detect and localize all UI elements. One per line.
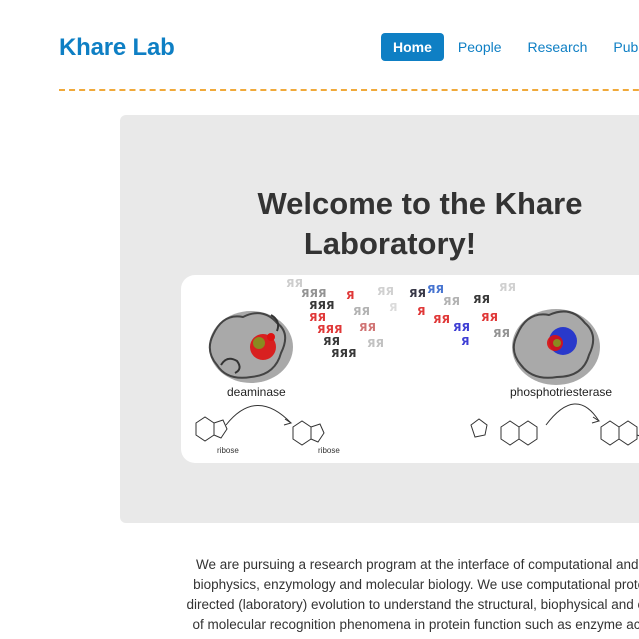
nav-item-publications[interactable]: Pub <box>601 33 639 61</box>
research-figure: ЯЯ ЯЯЯ ЯЯЯ ЯЯ ЯЯЯ ЯЯ ЯЯЯ Я ЯЯ ЯЯ ЯЯ ЯЯ Я <box>181 275 639 463</box>
header-divider <box>59 89 639 91</box>
intro-paragraph: We are pursuing a research program at th… <box>120 555 639 635</box>
research-figure-graphic: ЯЯ ЯЯЯ ЯЯЯ ЯЯ ЯЯЯ ЯЯ ЯЯЯ Я ЯЯ ЯЯ ЯЯ ЯЯ Я <box>195 277 639 455</box>
svg-text:ЯЯ: ЯЯ <box>367 337 384 350</box>
svg-text:ЯЯ: ЯЯ <box>377 285 394 298</box>
svg-text:ЯЯ: ЯЯ <box>409 287 426 300</box>
ribose-label-product: ribose <box>318 446 340 455</box>
svg-text:ЯЯ: ЯЯ <box>427 283 444 296</box>
svg-text:ЯЯ: ЯЯ <box>359 321 376 334</box>
intro-line-4: of molecular recognition phenomena in pr… <box>192 617 639 632</box>
svg-text:ЯЯ: ЯЯ <box>499 281 516 294</box>
svg-text:ЯЯ: ЯЯ <box>493 327 510 340</box>
phosphotriesterase-structure <box>512 309 600 385</box>
phosphotriesterase-reaction <box>470 403 639 446</box>
svg-text:Я: Я <box>417 305 425 318</box>
deaminase-structure <box>208 311 293 383</box>
page: Khare Lab Home People Research Pub Welco… <box>0 0 639 639</box>
main-nav: Home People Research Pub <box>381 33 639 61</box>
deaminase-label: deaminase <box>227 385 286 399</box>
deaminase-reaction <box>195 405 325 446</box>
ribose-label-substrate: ribose <box>217 446 239 455</box>
right-sequence-logo: ЯЯ Я ЯЯ ЯЯ ЯЯ ЯЯ Я ЯЯ ЯЯ ЯЯ ЯЯ <box>409 281 516 348</box>
intro-line-1: We are pursuing a research program at th… <box>195 557 639 572</box>
svg-text:Я: Я <box>389 301 397 314</box>
left-sequence-logo: ЯЯ ЯЯЯ ЯЯЯ ЯЯ ЯЯЯ ЯЯ ЯЯЯ Я ЯЯ ЯЯ ЯЯ ЯЯ Я <box>286 277 397 360</box>
nav-item-research[interactable]: Research <box>516 33 600 61</box>
brand-logo-link[interactable]: Khare Lab <box>59 34 175 62</box>
svg-text:ЯЯ: ЯЯ <box>353 305 370 318</box>
nav-item-home[interactable]: Home <box>381 33 444 61</box>
svg-text:ЯЯ: ЯЯ <box>453 321 470 334</box>
svg-text:ЯЯ: ЯЯ <box>481 311 498 324</box>
intro-line-2: biophysics, enzymology and molecular bio… <box>193 577 639 592</box>
svg-text:ЯЯ: ЯЯ <box>473 293 490 306</box>
svg-text:Я: Я <box>461 335 469 348</box>
hero-title-line2: Laboratory! <box>303 226 477 261</box>
intro-line-3: directed (laboratory) evolution to under… <box>186 597 639 612</box>
nav-item-people[interactable]: People <box>446 33 514 61</box>
svg-text:ЯЯ: ЯЯ <box>433 313 450 326</box>
hero-title: Welcome to the Khare Laboratory! <box>120 184 639 264</box>
phosphotriesterase-label: phosphotriesterase <box>510 385 612 399</box>
hero-title-line1: Welcome to the Khare <box>257 186 583 221</box>
svg-text:ЯЯЯ: ЯЯЯ <box>331 347 356 360</box>
svg-text:Я: Я <box>346 289 354 302</box>
svg-text:ЯЯ: ЯЯ <box>443 295 460 308</box>
